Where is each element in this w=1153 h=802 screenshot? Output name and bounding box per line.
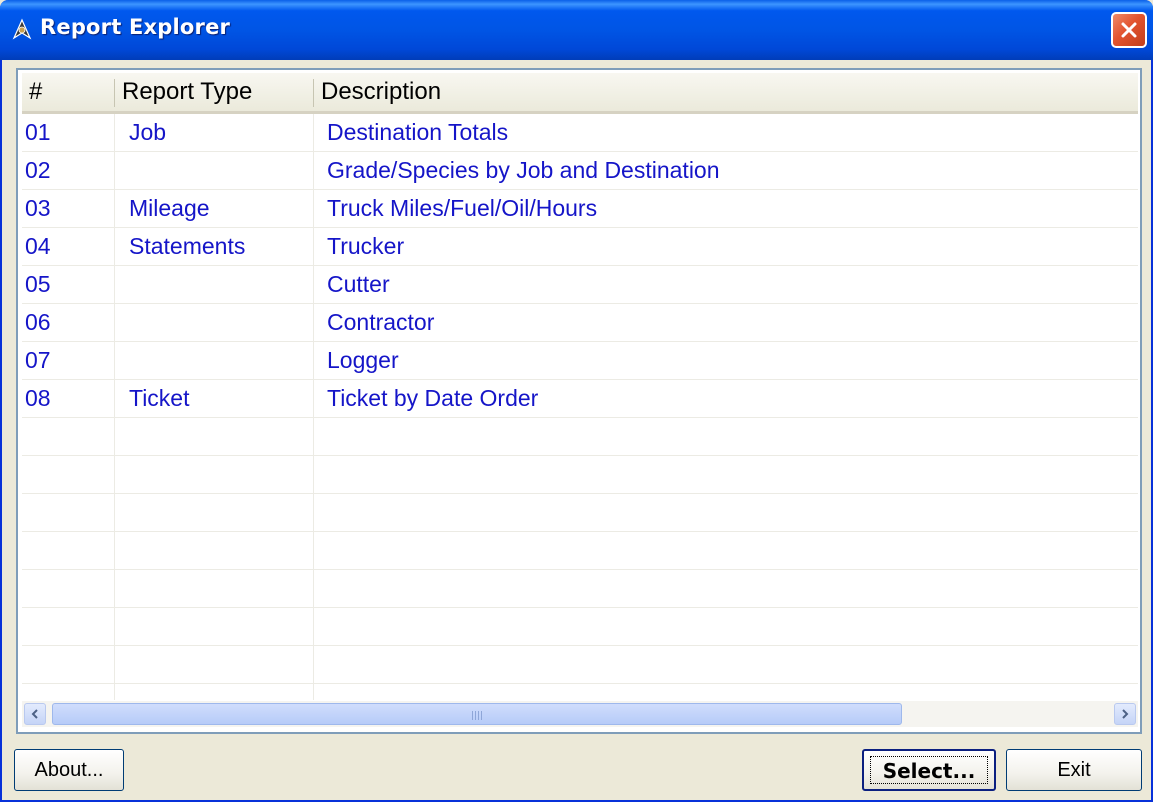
cell-description: Trucker [327, 233, 405, 259]
table-row[interactable]: 01 Job Destination Totals [22, 114, 1138, 152]
empty-row [22, 418, 1138, 456]
cell-number: 06 [25, 309, 51, 335]
empty-row [22, 532, 1138, 570]
cell-report-type [126, 342, 129, 380]
cell-description: Cutter [327, 271, 390, 297]
select-button-label: Select... [882, 759, 976, 783]
cell-number: 01 [25, 119, 51, 145]
report-explorer-window: Report Explorer # Report Type Descriptio… [0, 0, 1153, 802]
table-row[interactable]: 08 Ticket Ticket by Date Order [22, 380, 1138, 418]
cell-description: Truck Miles/Fuel/Oil/Hours [327, 195, 598, 221]
empty-row [22, 608, 1138, 646]
table-row[interactable]: 07 Logger [22, 342, 1138, 380]
cell-report-type [126, 266, 129, 304]
cell-number: 08 [25, 385, 51, 411]
scroll-right-button[interactable] [1114, 703, 1136, 725]
close-button[interactable] [1111, 12, 1147, 48]
cell-number: 05 [25, 271, 51, 297]
close-x-icon [1121, 22, 1137, 38]
empty-row [22, 646, 1138, 684]
cell-report-type [126, 304, 129, 342]
cell-report-type: Statements [129, 233, 246, 259]
cell-number: 03 [25, 195, 51, 221]
list-header: # Report Type Description [22, 73, 1138, 114]
cell-description: Ticket by Date Order [327, 385, 539, 411]
table-row[interactable]: 04 Statements Trucker [22, 228, 1138, 266]
cell-report-type: Job [129, 119, 167, 145]
cell-description: Logger [327, 347, 399, 373]
empty-row [22, 456, 1138, 494]
report-list[interactable]: # Report Type Description 01 Job Destina… [16, 68, 1142, 734]
cell-number: 02 [25, 157, 51, 183]
arrow-left-icon [31, 709, 38, 719]
cell-report-type [126, 152, 129, 190]
column-header-description[interactable]: Description [314, 73, 1138, 111]
cell-report-type: Mileage [129, 195, 210, 221]
table-row[interactable]: 02 Grade/Species by Job and Destination [22, 152, 1138, 190]
title-bar[interactable]: Report Explorer [0, 0, 1153, 60]
exit-button[interactable]: Exit [1006, 749, 1142, 791]
cell-number: 04 [25, 233, 51, 259]
window-title: Report Explorer [40, 15, 231, 39]
table-row[interactable]: 06 Contractor [22, 304, 1138, 342]
table-row[interactable]: 05 Cutter [22, 266, 1138, 304]
column-header-report-type[interactable]: Report Type [115, 73, 313, 111]
list-rows: 01 Job Destination Totals 02 Grade/Speci… [22, 114, 1138, 700]
cell-report-type: Ticket [129, 385, 190, 411]
table-row[interactable]: 03 Mileage Truck Miles/Fuel/Oil/Hours [22, 190, 1138, 228]
scrollbar-thumb[interactable] [52, 703, 902, 725]
report-list-content: # Report Type Description 01 Job Destina… [22, 73, 1138, 700]
horizontal-scrollbar[interactable] [22, 700, 1138, 727]
arrow-right-icon [1122, 709, 1129, 719]
select-button[interactable]: Select... [862, 749, 996, 791]
cell-description: Contractor [327, 309, 435, 335]
cell-number: 07 [25, 347, 51, 373]
compass-icon [12, 18, 32, 40]
about-button[interactable]: About... [14, 749, 124, 791]
cell-description: Grade/Species by Job and Destination [327, 157, 720, 183]
scrollbar-grip [472, 711, 484, 720]
scroll-left-button[interactable] [24, 703, 46, 725]
empty-row [22, 494, 1138, 532]
cell-description: Destination Totals [327, 119, 509, 145]
empty-row [22, 570, 1138, 608]
column-header-number[interactable]: # [22, 73, 114, 111]
